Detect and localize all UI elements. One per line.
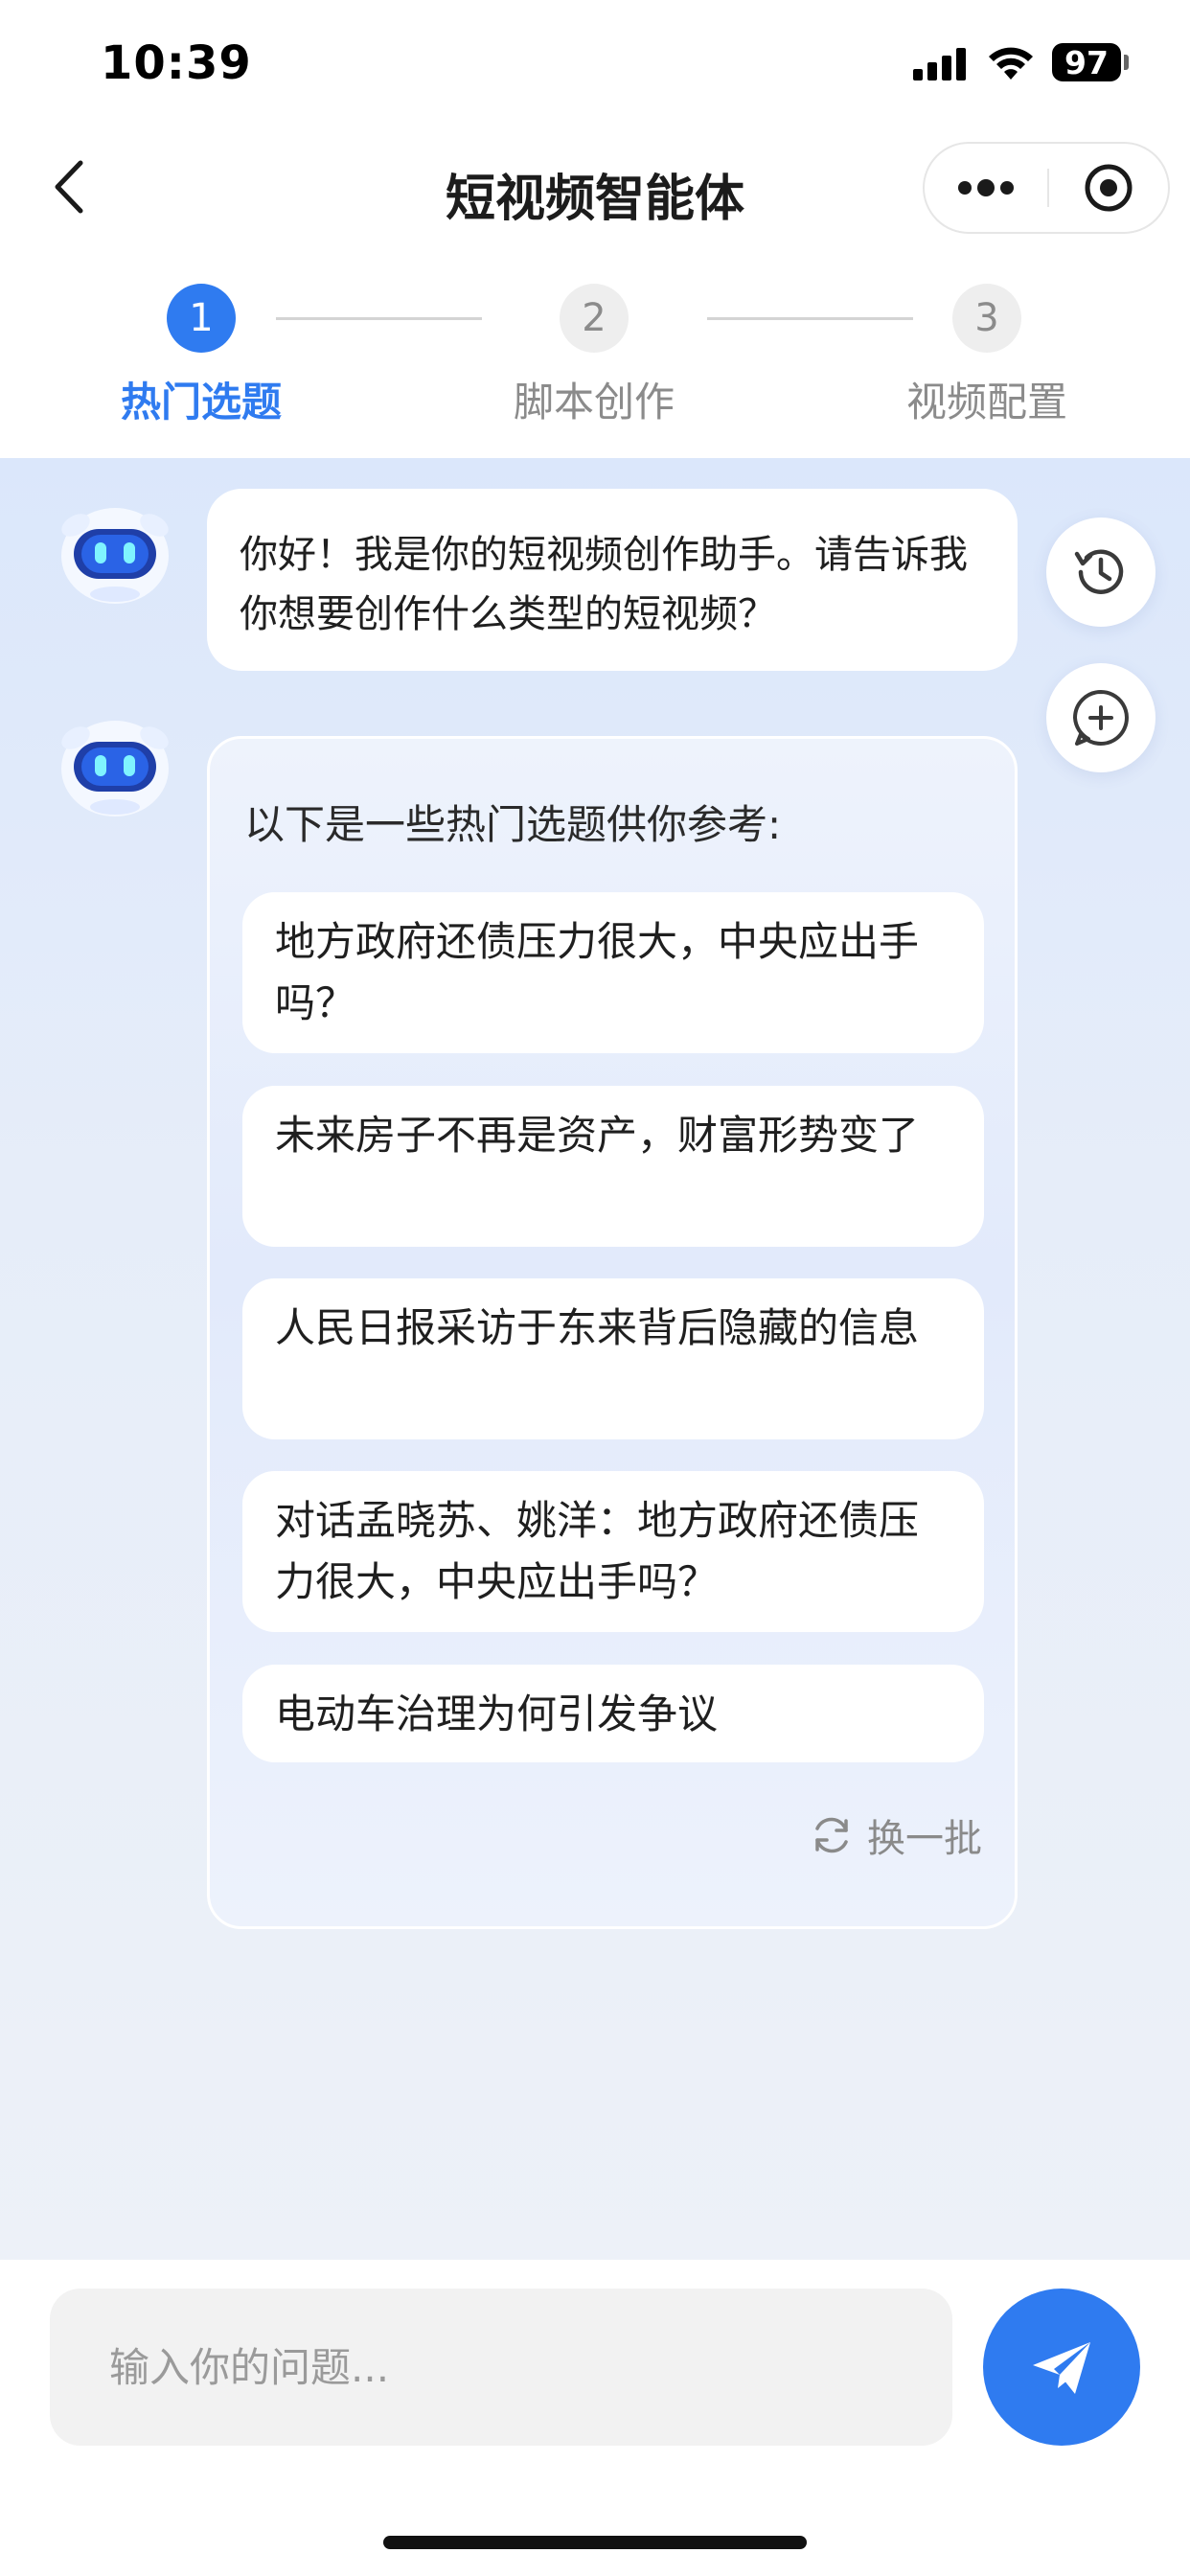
cellular-signal-icon [913,48,966,80]
home-indicator [383,2536,807,2549]
new-chat-icon [1073,690,1129,746]
input-bar [0,2260,1190,2576]
question-input[interactable] [50,2288,952,2446]
greeting-message: 你好！我是你的短视频创作助手。请告诉我你想要创作什么类型的短视频？ [207,489,1018,671]
topic-item[interactable]: 未来房子不再是资产，财富形势变了 [242,1086,984,1247]
step-label: 脚本创作 [513,379,675,426]
wifi-icon [989,47,1033,80]
step-number: 1 [167,284,236,353]
history-icon [1074,549,1124,594]
chat-area[interactable]: 你好！我是你的短视频创作助手。请告诉我你想要创作什么类型的短视频？ 以下是一些热… [0,458,1190,2260]
battery-indicator: 97 [1052,43,1121,81]
mini-program-capsule [923,142,1170,234]
more-button[interactable] [925,144,1047,232]
close-target-icon [1085,164,1133,212]
step-number: 2 [560,284,629,353]
close-button[interactable] [1049,144,1168,232]
new-chat-button[interactable] [1046,663,1156,772]
battery-cap [1124,55,1129,70]
step-script-writing[interactable]: 2 脚本创作 [479,284,709,428]
history-button[interactable] [1046,518,1156,627]
robot-avatar-icon [61,721,169,816]
step-label: 视频配置 [905,379,1067,426]
topic-item[interactable]: 地方政府还债压力很大，中央应出手吗？ [242,892,984,1053]
refresh-label: 换一批 [867,1817,982,1861]
send-button[interactable] [983,2288,1140,2446]
header: 短视频智能体 [0,125,1190,254]
step-number: 3 [952,284,1021,353]
send-icon [1033,2342,1090,2394]
robot-avatar-icon [61,508,169,604]
step-video-config[interactable]: 3 视频配置 [872,284,1102,428]
more-icon [958,179,1014,196]
refresh-button[interactable]: 换一批 [810,1807,982,1863]
step-hot-topics[interactable]: 1 热门选题 [86,284,316,428]
topic-item[interactable]: 人民日报采访于东来背后隐藏的信息 [242,1278,984,1439]
progress-steps: 1 热门选题 2 脚本创作 3 视频配置 [0,268,1190,460]
battery-level: 97 [1064,43,1109,81]
topics-card: 以下是一些热门选题供你参考: 地方政府还债压力很大，中央应出手吗？ 未来房子不再… [207,736,1018,1929]
topic-item[interactable]: 电动车治理为何引发争议 [242,1665,984,1762]
step-label: 热门选题 [120,379,282,426]
refresh-icon [815,1817,848,1853]
status-time: 10:39 [101,36,252,90]
status-bar: 10:39 97 [0,0,1190,125]
topic-item[interactable]: 对话孟晓苏、姚洋：地方政府还债压力很大，中央应出手吗？ [242,1471,984,1632]
topics-intro: 以下是一些热门选题供你参考: [244,801,782,848]
